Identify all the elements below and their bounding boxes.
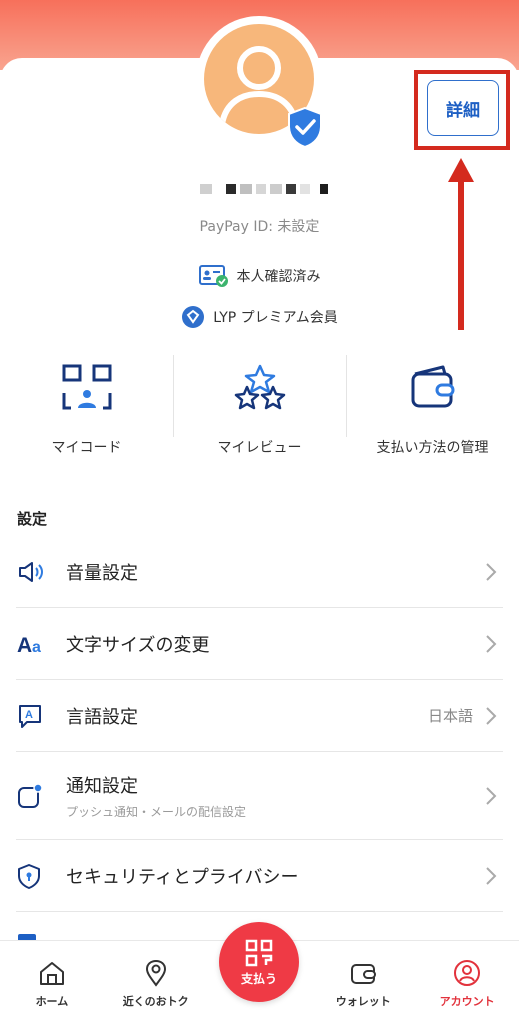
- settings-item-volume[interactable]: 音量設定: [16, 536, 503, 608]
- text-size-icon: A a: [16, 632, 66, 656]
- nav-account-label: アカウント: [439, 995, 495, 1008]
- masked-username: [200, 182, 330, 196]
- pay-button[interactable]: 支払う: [219, 922, 299, 1002]
- identity-verified-label: 本人確認済み: [236, 269, 321, 285]
- chevron-right-icon: [486, 786, 497, 805]
- pay-qr-icon: [245, 939, 273, 966]
- verified-shield-icon: [288, 106, 322, 148]
- nav-home[interactable]: ホーム: [0, 941, 104, 1024]
- svg-text:a: a: [32, 639, 41, 656]
- settings-list: 音量設定 A a 文字サイズの変更 A 言語設定 日本語 通知設定 プッシュ通知…: [16, 536, 503, 912]
- chevron-right-icon: [486, 562, 497, 581]
- language-value: 日本語: [427, 707, 473, 725]
- wallet-icon: [409, 359, 457, 415]
- svg-text:A: A: [17, 634, 32, 656]
- nav-home-label: ホーム: [35, 995, 69, 1008]
- shortcut-row: マイコード マイレビュー 支払い方法の管理: [0, 355, 519, 465]
- security-shield-icon: [16, 863, 66, 889]
- paypay-id: PayPay ID: 未設定: [199, 219, 320, 235]
- settings-item-sublabel: プッシュ通知・メールの配信設定: [66, 804, 247, 819]
- settings-item-security[interactable]: セキュリティとプライバシー: [16, 840, 503, 912]
- nav-wallet[interactable]: ウォレット: [311, 941, 415, 1024]
- my-code-shortcut[interactable]: マイコード: [0, 355, 173, 465]
- qr-person-icon: [61, 359, 113, 415]
- settings-item-label: 文字サイズの変更: [66, 634, 210, 656]
- lyp-premium-icon: [181, 305, 205, 329]
- stars-icon: [233, 359, 287, 415]
- my-review-label: マイレビュー: [217, 440, 302, 456]
- premium-member-label: LYP プレミアム会員: [213, 310, 338, 326]
- wallet-icon: [351, 964, 377, 984]
- my-code-label: マイコード: [51, 440, 122, 456]
- id-card-check-icon: [198, 264, 229, 288]
- payment-methods-label: 支払い方法の管理: [376, 440, 489, 456]
- language-icon: A: [16, 703, 66, 729]
- settings-section-title: 設定: [17, 510, 48, 528]
- premium-member-badge[interactable]: LYP プレミアム会員: [0, 305, 519, 329]
- chevron-right-icon: [486, 866, 497, 885]
- settings-item-label: 音量設定: [66, 562, 138, 584]
- location-pin-icon: [145, 959, 166, 987]
- home-icon: [39, 962, 64, 985]
- settings-item-label: 通知設定: [66, 775, 138, 797]
- svg-text:A: A: [25, 709, 33, 721]
- speaker-icon: [16, 560, 66, 584]
- notification-icon: [16, 782, 66, 809]
- nav-account[interactable]: アカウント: [415, 941, 519, 1024]
- settings-item-language[interactable]: A 言語設定 日本語: [16, 680, 503, 752]
- detail-button[interactable]: 詳細: [427, 80, 499, 136]
- chevron-right-icon: [486, 706, 497, 725]
- account-icon: [454, 960, 481, 986]
- nav-nearby-label: 近くのおトク: [122, 995, 189, 1008]
- identity-verified-badge: 本人確認済み: [0, 264, 519, 288]
- settings-item-label: セキュリティとプライバシー: [66, 866, 299, 888]
- nav-nearby-deals[interactable]: 近くのおトク: [104, 941, 208, 1024]
- settings-item-text-size[interactable]: A a 文字サイズの変更: [16, 608, 503, 680]
- settings-item-notification[interactable]: 通知設定 プッシュ通知・メールの配信設定: [16, 752, 503, 840]
- pay-button-label: 支払う: [240, 971, 277, 986]
- settings-item-label: 言語設定: [66, 706, 138, 728]
- chevron-right-icon: [486, 634, 497, 653]
- nav-wallet-label: ウォレット: [335, 995, 391, 1008]
- my-review-shortcut[interactable]: マイレビュー: [173, 355, 346, 465]
- payment-methods-shortcut[interactable]: 支払い方法の管理: [346, 355, 519, 465]
